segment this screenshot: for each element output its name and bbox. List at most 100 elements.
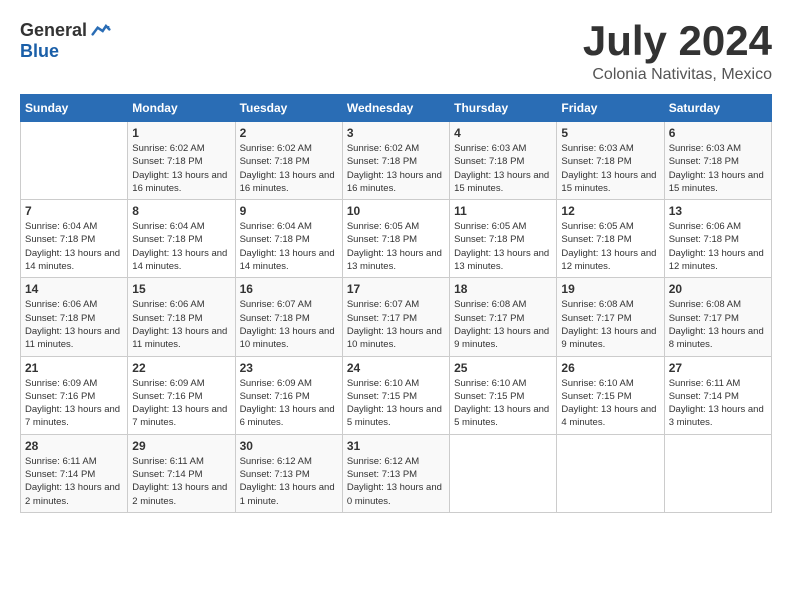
calendar-cell: 10 Sunrise: 6:05 AMSunset: 7:18 PMDayligh… <box>342 200 449 278</box>
calendar-cell: 22 Sunrise: 6:09 AMSunset: 7:16 PMDayligh… <box>128 356 235 434</box>
day-info: Sunrise: 6:03 AMSunset: 7:18 PMDaylight:… <box>454 142 552 195</box>
day-info: Sunrise: 6:05 AMSunset: 7:18 PMDaylight:… <box>347 220 445 273</box>
calendar-cell: 18 Sunrise: 6:08 AMSunset: 7:17 PMDayligh… <box>450 278 557 356</box>
day-info: Sunrise: 6:06 AMSunset: 7:18 PMDaylight:… <box>132 298 230 351</box>
day-info: Sunrise: 6:12 AMSunset: 7:13 PMDaylight:… <box>240 455 338 508</box>
calendar-cell: 13 Sunrise: 6:06 AMSunset: 7:18 PMDayligh… <box>664 200 771 278</box>
day-number: 11 <box>454 204 552 218</box>
header-sunday: Sunday <box>21 95 128 122</box>
day-info: Sunrise: 6:11 AMSunset: 7:14 PMDaylight:… <box>25 455 123 508</box>
logo: General Blue <box>20 20 111 62</box>
calendar-cell <box>557 434 664 512</box>
day-number: 12 <box>561 204 659 218</box>
calendar-cell: 25 Sunrise: 6:10 AMSunset: 7:15 PMDayligh… <box>450 356 557 434</box>
day-number: 8 <box>132 204 230 218</box>
calendar-cell: 31 Sunrise: 6:12 AMSunset: 7:13 PMDayligh… <box>342 434 449 512</box>
day-number: 10 <box>347 204 445 218</box>
day-info: Sunrise: 6:06 AMSunset: 7:18 PMDaylight:… <box>669 220 767 273</box>
day-number: 23 <box>240 361 338 375</box>
calendar-cell <box>450 434 557 512</box>
day-info: Sunrise: 6:02 AMSunset: 7:18 PMDaylight:… <box>347 142 445 195</box>
calendar-cell: 8 Sunrise: 6:04 AMSunset: 7:18 PMDaylight… <box>128 200 235 278</box>
calendar-cell: 12 Sunrise: 6:05 AMSunset: 7:18 PMDayligh… <box>557 200 664 278</box>
day-number: 20 <box>669 282 767 296</box>
day-number: 15 <box>132 282 230 296</box>
day-number: 30 <box>240 439 338 453</box>
day-number: 29 <box>132 439 230 453</box>
day-number: 9 <box>240 204 338 218</box>
day-number: 4 <box>454 126 552 140</box>
day-info: Sunrise: 6:10 AMSunset: 7:15 PMDaylight:… <box>561 377 659 430</box>
calendar-cell: 11Sunrise: 6:05 AMSunset: 7:18 PMDayligh… <box>450 200 557 278</box>
day-info: Sunrise: 6:08 AMSunset: 7:17 PMDaylight:… <box>561 298 659 351</box>
day-info: Sunrise: 6:05 AMSunset: 7:18 PMDaylight:… <box>561 220 659 273</box>
day-info: Sunrise: 6:04 AMSunset: 7:18 PMDaylight:… <box>132 220 230 273</box>
day-info: Sunrise: 6:09 AMSunset: 7:16 PMDaylight:… <box>132 377 230 430</box>
day-number: 16 <box>240 282 338 296</box>
day-number: 17 <box>347 282 445 296</box>
day-info: Sunrise: 6:12 AMSunset: 7:13 PMDaylight:… <box>347 455 445 508</box>
title-block: July 2024 Colonia Nativitas, Mexico <box>583 20 772 84</box>
calendar-week-3: 14 Sunrise: 6:06 AMSunset: 7:18 PMDayligh… <box>21 278 772 356</box>
calendar-cell: 6Sunrise: 6:03 AMSunset: 7:18 PMDaylight… <box>664 122 771 200</box>
day-number: 18 <box>454 282 552 296</box>
header-saturday: Saturday <box>664 95 771 122</box>
day-number: 25 <box>454 361 552 375</box>
calendar-week-5: 28 Sunrise: 6:11 AMSunset: 7:14 PMDayligh… <box>21 434 772 512</box>
day-number: 27 <box>669 361 767 375</box>
calendar-cell: 30 Sunrise: 6:12 AMSunset: 7:13 PMDayligh… <box>235 434 342 512</box>
header-tuesday: Tuesday <box>235 95 342 122</box>
calendar-cell: 21Sunrise: 6:09 AMSunset: 7:16 PMDayligh… <box>21 356 128 434</box>
header-monday: Monday <box>128 95 235 122</box>
calendar-cell: 3Sunrise: 6:02 AMSunset: 7:18 PMDaylight… <box>342 122 449 200</box>
day-info: Sunrise: 6:08 AMSunset: 7:17 PMDaylight:… <box>454 298 552 351</box>
calendar-cell: 27 Sunrise: 6:11 AMSunset: 7:14 PMDayligh… <box>664 356 771 434</box>
calendar-cell: 14 Sunrise: 6:06 AMSunset: 7:18 PMDayligh… <box>21 278 128 356</box>
day-info: Sunrise: 6:03 AMSunset: 7:18 PMDaylight:… <box>561 142 659 195</box>
calendar-cell: 20 Sunrise: 6:08 AMSunset: 7:17 PMDayligh… <box>664 278 771 356</box>
day-info: Sunrise: 6:11 AMSunset: 7:14 PMDaylight:… <box>669 377 767 430</box>
header-wednesday: Wednesday <box>342 95 449 122</box>
day-number: 31 <box>347 439 445 453</box>
day-number: 24 <box>347 361 445 375</box>
calendar-table: SundayMondayTuesdayWednesdayThursdayFrid… <box>20 94 772 513</box>
calendar-cell: 9 Sunrise: 6:04 AMSunset: 7:18 PMDaylight… <box>235 200 342 278</box>
day-info: Sunrise: 6:02 AMSunset: 7:18 PMDaylight:… <box>240 142 338 195</box>
day-info: Sunrise: 6:09 AMSunset: 7:16 PMDaylight:… <box>25 377 123 430</box>
day-number: 7 <box>25 204 123 218</box>
month-title: July 2024 <box>583 20 772 62</box>
day-info: Sunrise: 6:03 AMSunset: 7:18 PMDaylight:… <box>669 142 767 195</box>
calendar-header-row: SundayMondayTuesdayWednesdayThursdayFrid… <box>21 95 772 122</box>
day-info: Sunrise: 6:09 AMSunset: 7:16 PMDaylight:… <box>240 377 338 430</box>
location-subtitle: Colonia Nativitas, Mexico <box>583 66 772 84</box>
day-number: 28 <box>25 439 123 453</box>
header-friday: Friday <box>557 95 664 122</box>
day-number: 13 <box>669 204 767 218</box>
day-number: 14 <box>25 282 123 296</box>
logo-general: General <box>20 20 87 41</box>
day-info: Sunrise: 6:08 AMSunset: 7:17 PMDaylight:… <box>669 298 767 351</box>
day-info: Sunrise: 6:10 AMSunset: 7:15 PMDaylight:… <box>454 377 552 430</box>
calendar-cell: 4 Sunrise: 6:03 AMSunset: 7:18 PMDaylight… <box>450 122 557 200</box>
day-info: Sunrise: 6:11 AMSunset: 7:14 PMDaylight:… <box>132 455 230 508</box>
calendar-cell: 29 Sunrise: 6:11 AMSunset: 7:14 PMDayligh… <box>128 434 235 512</box>
calendar-cell: 1Sunrise: 6:02 AMSunset: 7:18 PMDaylight… <box>128 122 235 200</box>
day-info: Sunrise: 6:04 AMSunset: 7:18 PMDaylight:… <box>240 220 338 273</box>
logo-blue: Blue <box>20 41 59 62</box>
calendar-cell: 2Sunrise: 6:02 AMSunset: 7:18 PMDaylight… <box>235 122 342 200</box>
day-number: 19 <box>561 282 659 296</box>
day-number: 1 <box>132 126 230 140</box>
day-number: 5 <box>561 126 659 140</box>
calendar-cell: 19 Sunrise: 6:08 AMSunset: 7:17 PMDayligh… <box>557 278 664 356</box>
calendar-cell: 5 Sunrise: 6:03 AMSunset: 7:18 PMDaylight… <box>557 122 664 200</box>
page-header: General Blue July 2024 Colonia Nativitas… <box>20 20 772 84</box>
calendar-cell: 16Sunrise: 6:07 AMSunset: 7:18 PMDayligh… <box>235 278 342 356</box>
header-thursday: Thursday <box>450 95 557 122</box>
day-number: 22 <box>132 361 230 375</box>
day-number: 26 <box>561 361 659 375</box>
day-info: Sunrise: 6:06 AMSunset: 7:18 PMDaylight:… <box>25 298 123 351</box>
calendar-cell: 17Sunrise: 6:07 AMSunset: 7:17 PMDayligh… <box>342 278 449 356</box>
logo-icon <box>91 21 111 41</box>
calendar-cell: 7Sunrise: 6:04 AMSunset: 7:18 PMDaylight… <box>21 200 128 278</box>
day-info: Sunrise: 6:10 AMSunset: 7:15 PMDaylight:… <box>347 377 445 430</box>
